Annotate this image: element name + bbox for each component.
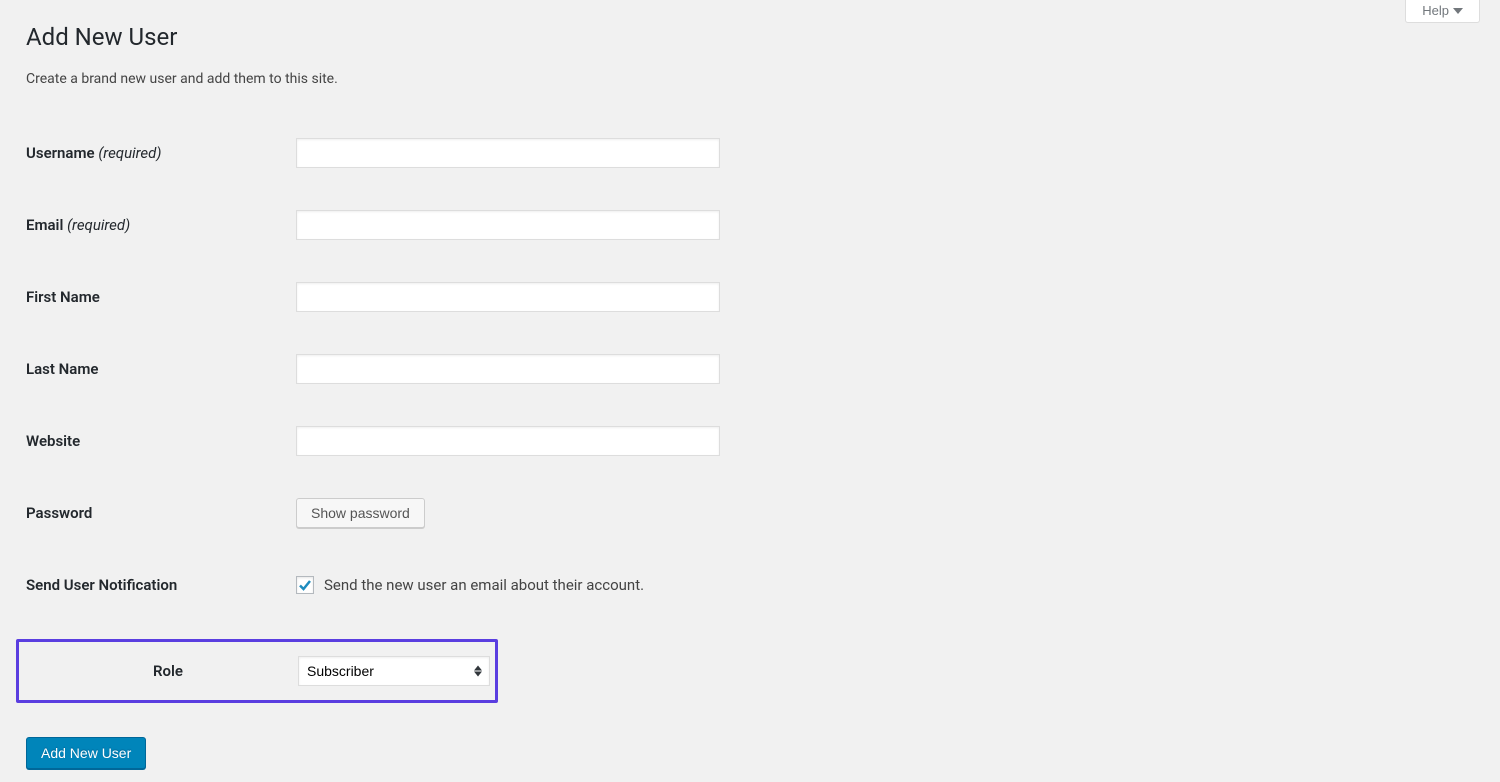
show-password-button[interactable]: Show password: [296, 498, 425, 528]
email-input[interactable]: [296, 210, 720, 240]
first-name-input[interactable]: [296, 282, 720, 312]
username-label: Username: [26, 144, 95, 162]
website-label: Website: [26, 432, 80, 450]
checkmark-icon: [297, 577, 313, 593]
first-name-row: First Name: [26, 261, 1480, 333]
help-tab-button[interactable]: Help: [1405, 0, 1480, 23]
website-row: Website: [26, 405, 1480, 477]
role-select-wrap: Subscriber: [298, 656, 490, 686]
page-wrap: Add New User Create a brand new user and…: [0, 0, 1500, 769]
role-select[interactable]: Subscriber: [298, 656, 490, 686]
username-row: Username (required): [26, 117, 1480, 189]
website-input[interactable]: [296, 426, 720, 456]
role-label: Role: [153, 662, 183, 680]
notification-checkbox-label: Send the new user an email about their a…: [324, 576, 644, 594]
notification-label: Send User Notification: [26, 576, 177, 594]
role-highlight-box: Role Subscriber: [16, 639, 498, 703]
username-required-hint: (required): [98, 144, 161, 162]
notification-cell: Send the new user an email about their a…: [296, 576, 1480, 594]
username-input[interactable]: [296, 138, 720, 168]
email-required-hint: (required): [67, 216, 130, 234]
role-row: Role Subscriber: [29, 642, 505, 700]
password-row: Password Show password: [26, 477, 1480, 549]
password-label: Password: [26, 504, 92, 522]
last-name-row: Last Name: [26, 333, 1480, 405]
email-row: Email (required): [26, 189, 1480, 261]
email-label-cell: Email (required): [26, 189, 296, 261]
triangle-down-icon: [1453, 6, 1463, 16]
page-subtitle: Create a brand new user and add them to …: [26, 71, 1480, 87]
notification-checkbox[interactable]: [296, 576, 314, 594]
notification-row: Send User Notification Send the new user…: [26, 549, 1480, 621]
first-name-label: First Name: [26, 288, 100, 306]
page-title: Add New User: [26, 22, 1480, 53]
last-name-label: Last Name: [26, 360, 98, 378]
submit-wrap: Add New User: [26, 737, 1480, 769]
help-tab-label: Help: [1422, 3, 1449, 18]
last-name-input[interactable]: [296, 354, 720, 384]
email-label: Email: [26, 216, 63, 234]
add-user-form: Username (required) Email (required) Fir…: [26, 117, 1480, 621]
add-new-user-button[interactable]: Add New User: [26, 737, 146, 769]
screen-meta: Help: [1405, 0, 1480, 23]
username-label-cell: Username (required): [26, 117, 296, 189]
